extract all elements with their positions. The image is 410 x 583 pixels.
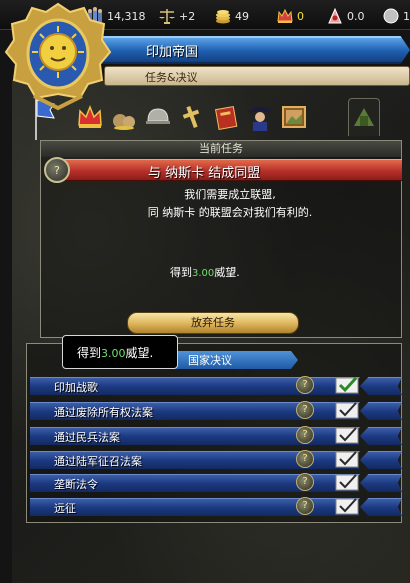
help-icon[interactable]: ?	[296, 450, 314, 468]
tab-provinces[interactable]	[278, 98, 310, 136]
treasury-value: 49	[235, 9, 249, 23]
tooltip-prefix: 得到	[77, 346, 102, 360]
tooltip-suffix: 威望.	[125, 346, 154, 360]
decision-row[interactable]: 通过民兵法案 ?	[30, 425, 402, 447]
current-mission-header: 当前任务	[41, 141, 401, 157]
decision-label: 印加战歌	[54, 381, 98, 394]
book-tab-icon	[214, 105, 238, 130]
tab-religion[interactable]	[176, 98, 208, 136]
prestige-value: +2	[179, 9, 196, 23]
prestige-resource[interactable]: +2	[158, 6, 195, 26]
crown-icon	[277, 8, 293, 23]
help-icon[interactable]: ?	[296, 401, 314, 419]
decision-row[interactable]: 垄断法令 ?	[30, 472, 402, 494]
mission-reward: 得到3.00威望.	[170, 264, 240, 280]
decisions-title-ribbon: 国家决议	[158, 351, 298, 369]
enact-checkbox-icon[interactable]	[334, 375, 362, 395]
tab-leaders[interactable]	[244, 98, 276, 136]
mission-title: 与 纳斯卡 结成同盟	[148, 166, 261, 181]
tab-policies[interactable]	[210, 98, 242, 136]
country-name: 印加帝国	[146, 45, 199, 60]
decisions-title: 国家决议	[188, 354, 232, 367]
infamy-value: 0.0	[347, 9, 365, 23]
scales-icon	[159, 9, 175, 24]
mission-info-icon[interactable]: ?	[44, 157, 70, 183]
stability-resource[interactable]: 10	[382, 6, 410, 26]
cross-tab-icon	[182, 105, 200, 129]
missions-tab-icon	[354, 107, 374, 126]
infamy-icon	[328, 7, 342, 24]
gold-coins-icon	[216, 10, 230, 24]
enact-checkbox-icon[interactable]	[334, 425, 362, 445]
tab-military[interactable]	[142, 98, 174, 136]
diplomats-resource[interactable]: 0	[276, 6, 304, 26]
enact-checkbox-icon[interactable]	[334, 449, 362, 469]
reward-value: 3.00	[192, 268, 215, 279]
abandon-mission-button[interactable]: 放弃任务	[127, 312, 299, 334]
enact-checkbox-icon[interactable]	[334, 400, 362, 420]
mission-title-ribbon: 与 纳斯卡 结成同盟	[56, 159, 402, 181]
infamy-resource[interactable]: 0.0	[326, 6, 365, 26]
subtitle-scroll: 任务&决议	[104, 66, 410, 86]
country-title-ribbon: 印加帝国	[96, 36, 410, 64]
helmet-tab-icon	[146, 108, 170, 124]
general-tab-icon	[248, 107, 272, 131]
decision-row[interactable]: 印加战歌 ?	[30, 375, 402, 397]
help-icon[interactable]: ?	[296, 376, 314, 394]
decision-row[interactable]: 通过陆军征召法案 ?	[30, 449, 402, 471]
decision-row[interactable]: 通过废除所有权法案 ?	[30, 400, 402, 422]
reward-prefix: 得到	[170, 266, 192, 279]
help-icon[interactable]: ?	[296, 497, 314, 515]
stability-icon	[383, 8, 399, 24]
reward-suffix: 威望.	[214, 266, 240, 279]
stability-value: 10	[403, 9, 410, 23]
coat-of-arms-icon[interactable]	[0, 0, 116, 112]
help-icon[interactable]: ?	[296, 473, 314, 491]
tab-missions[interactable]	[348, 98, 380, 136]
reward-tooltip: 得到3.00威望.	[62, 335, 178, 369]
tooltip-value: 3.00	[101, 347, 126, 360]
decision-label: 通过废除所有权法案	[54, 406, 153, 419]
diplomats-value: 0	[297, 9, 304, 23]
enact-checkbox-icon[interactable]	[334, 496, 362, 516]
mission-desc-line-2: 同 纳斯卡 的联盟会对我们有利的.	[147, 206, 313, 219]
mission-desc-line-1: 我们需要成立联盟,	[184, 188, 276, 201]
decision-label: 垄断法令	[54, 478, 98, 491]
decision-row[interactable]: 远征 ?	[30, 496, 402, 518]
treasury-resource[interactable]: 49	[214, 6, 249, 26]
enact-checkbox-icon[interactable]	[334, 472, 362, 492]
decision-label: 远征	[54, 502, 76, 515]
landscape-tab-icon	[282, 106, 306, 128]
decision-label: 通过民兵法案	[54, 431, 120, 444]
decision-label: 通过陆军征召法案	[54, 455, 142, 468]
help-icon[interactable]: ?	[296, 426, 314, 444]
subtitle-label: 任务&决议	[145, 71, 198, 84]
